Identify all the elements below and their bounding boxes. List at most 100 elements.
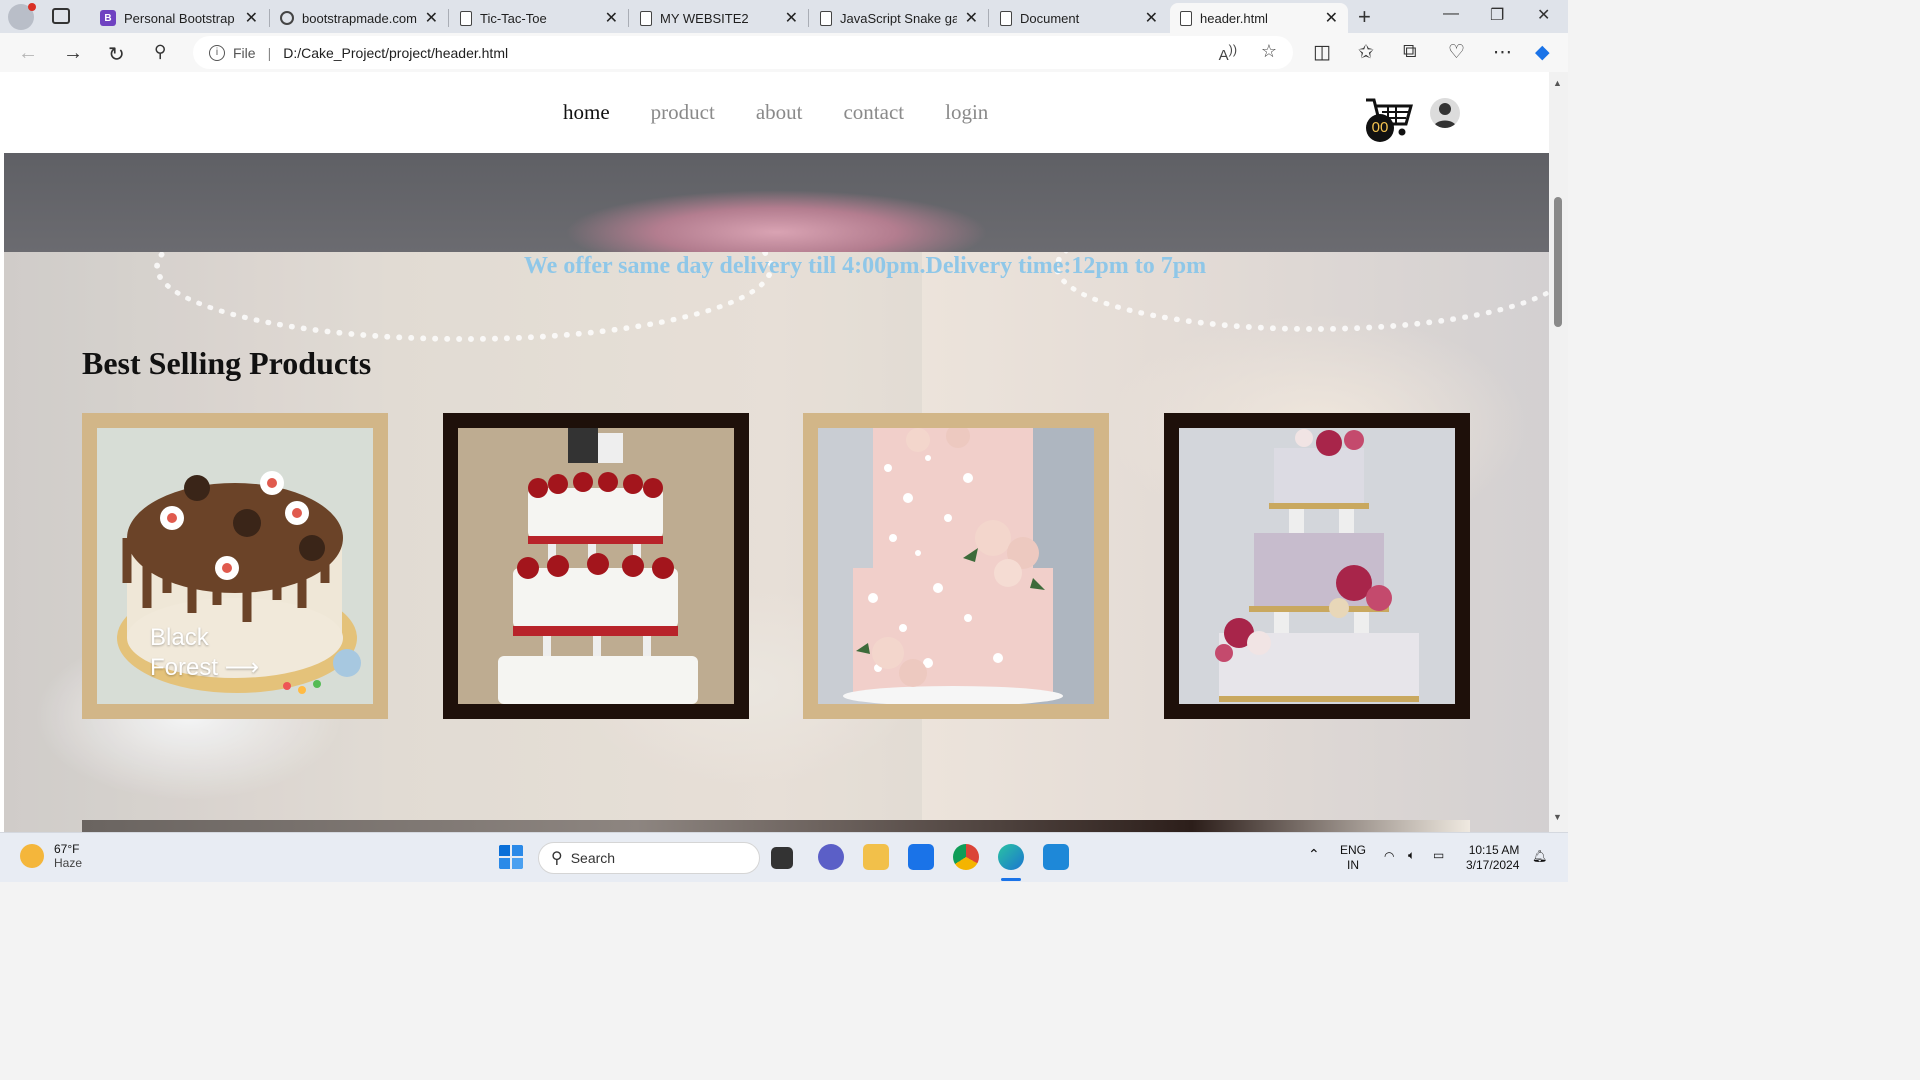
tab-title: Document <box>1020 10 1080 26</box>
product-caption[interactable]: Black Forest ⟶ <box>150 623 259 683</box>
bootstrap-icon: B <box>100 10 116 26</box>
product-card[interactable] <box>1164 413 1470 719</box>
tab-title: Tic-Tac-Toe <box>480 10 547 26</box>
nav-home[interactable]: home <box>563 100 610 125</box>
next-section-edge <box>82 820 1470 832</box>
scroll-down-icon[interactable]: ▼ <box>1553 812 1562 822</box>
browser-essentials-icon[interactable]: ♡ <box>1448 41 1465 64</box>
close-icon[interactable]: ✕ <box>1325 8 1338 28</box>
windows-start-icon[interactable] <box>498 844 524 870</box>
minimize-button[interactable]: — <box>1443 5 1459 23</box>
caption-line: Black <box>150 624 209 651</box>
vscode-icon[interactable] <box>1043 844 1069 870</box>
windows-taskbar: 67°F Haze ⚲ Search ⌃ ENG IN ◠ 🔈︎ ▭ 10:15… <box>0 832 1568 882</box>
profile-avatar-icon[interactable] <box>8 3 36 30</box>
tab-title: Personal Bootstrap Te <box>124 10 237 26</box>
split-screen-icon[interactable]: ◫ <box>1313 41 1331 64</box>
product-card[interactable]: Black Forest ⟶ <box>82 413 388 719</box>
red-rose-wedding-cake-image <box>458 428 734 704</box>
delivery-marquee: We offer same day delivery till 4:00pm.D… <box>524 253 1207 279</box>
favorites-icon[interactable]: ✩ <box>1358 41 1374 64</box>
collections-icon[interactable]: ⧉ <box>1403 41 1417 63</box>
browser-toolbar: ← → ↻ ⚲ i File | D:/Cake_Project/project… <box>0 33 1568 72</box>
volume-icon[interactable]: 🔈︎ <box>1408 848 1415 863</box>
tab-my-website2[interactable]: MY WEBSITE2 ✕ <box>630 3 808 33</box>
active-app-indicator <box>1001 878 1021 881</box>
taskbar-search[interactable]: ⚲ Search <box>538 842 760 874</box>
nav-contact[interactable]: contact <box>843 100 904 125</box>
lace-floral-tier-cake-image <box>1179 428 1455 704</box>
search-icon[interactable]: ⚲ <box>154 42 166 62</box>
gear-icon <box>280 11 294 25</box>
user-avatar-icon[interactable] <box>1430 98 1460 128</box>
language-indicator[interactable]: ENG IN <box>1340 843 1366 873</box>
more-menu-icon[interactable]: ⋯ <box>1493 41 1512 64</box>
tab-document[interactable]: Document ✕ <box>990 3 1168 33</box>
clock[interactable]: 10:15 AM 3/17/2024 <box>1466 843 1519 873</box>
scroll-up-icon[interactable]: ▲ <box>1553 78 1562 88</box>
tab-title: MY WEBSITE2 <box>660 10 749 26</box>
tab-personal-bootstrap[interactable]: B Personal Bootstrap Te ✕ <box>90 3 268 33</box>
url-text[interactable]: D:/Cake_Project/project/header.html <box>283 45 508 61</box>
address-bar[interactable]: i File | D:/Cake_Project/project/header.… <box>193 36 1293 69</box>
favorite-star-icon[interactable]: ☆ <box>1261 41 1277 62</box>
back-arrow-icon[interactable]: ← <box>18 42 38 65</box>
page-scrollbar[interactable]: ▲ ▼ <box>1549 72 1568 832</box>
tab-header-html[interactable]: header.html ✕ <box>1170 3 1348 33</box>
pink-pearl-floral-cake-image <box>818 424 1094 706</box>
mail-icon[interactable] <box>908 844 934 870</box>
weather-widget[interactable]: 67°F Haze <box>20 842 82 870</box>
product-card[interactable] <box>443 413 749 719</box>
tab-title: JavaScript Snake gam <box>840 10 957 26</box>
refresh-icon[interactable]: ↻ <box>108 42 125 67</box>
new-tab-button[interactable]: + <box>1358 4 1371 30</box>
file-explorer-icon[interactable] <box>863 844 889 870</box>
page-icon <box>820 10 832 26</box>
language-line: IN <box>1347 858 1359 872</box>
tab-actions-icon[interactable] <box>52 8 70 24</box>
wifi-icon[interactable]: ◠ <box>1384 849 1394 864</box>
page-icon <box>640 10 652 26</box>
forward-arrow-icon[interactable]: → <box>63 42 83 65</box>
language-line: ENG <box>1340 843 1367 857</box>
close-icon[interactable]: ✕ <box>425 8 438 28</box>
close-icon[interactable]: ✕ <box>1145 8 1158 28</box>
weather-temp: 67°F <box>54 842 80 856</box>
close-icon[interactable]: ✕ <box>605 8 618 28</box>
nav-about[interactable]: about <box>756 100 803 125</box>
tab-title: bootstrapmade.com <box>302 10 417 26</box>
read-aloud-icon[interactable]: A)) <box>1219 43 1237 64</box>
tab-bootstrapmade[interactable]: bootstrapmade.com ✕ <box>270 3 448 33</box>
nav-login[interactable]: login <box>945 100 988 125</box>
tab-snake-game[interactable]: JavaScript Snake gam ✕ <box>810 3 988 33</box>
page-icon <box>1000 10 1012 26</box>
teams-chat-icon[interactable] <box>818 844 844 870</box>
tab-tic-tac-toe[interactable]: Tic-Tac-Toe ✕ <box>450 3 628 33</box>
close-icon[interactable]: ✕ <box>785 8 798 28</box>
nav-product[interactable]: product <box>651 100 715 125</box>
close-icon[interactable]: ✕ <box>245 8 258 28</box>
cart-count-badge: 00 <box>1366 114 1394 142</box>
clock-date: 3/17/2024 <box>1466 858 1520 872</box>
close-window-button[interactable]: ✕ <box>1537 5 1550 25</box>
product-card[interactable] <box>803 413 1109 719</box>
chrome-icon[interactable] <box>953 844 979 870</box>
section-title: Best Selling Products <box>82 345 372 381</box>
page-icon <box>1180 10 1192 26</box>
restore-button[interactable]: ❐ <box>1490 5 1504 25</box>
copilot-icon[interactable]: ◆ <box>1535 41 1550 64</box>
info-icon[interactable]: i <box>209 44 225 61</box>
main-nav: home product about contact login <box>563 100 988 125</box>
chevron-up-icon[interactable]: ⌃ <box>1308 847 1320 862</box>
edge-icon[interactable] <box>998 844 1024 870</box>
divider: | <box>267 44 272 61</box>
notification-bell-icon[interactable]: 🔔︎ <box>1532 849 1547 864</box>
scheme-label: File <box>233 44 256 61</box>
caption-line: Forest ⟶ <box>150 654 260 681</box>
scrollbar-thumb[interactable] <box>1554 197 1562 327</box>
tab-title: header.html <box>1200 10 1268 26</box>
close-icon[interactable]: ✕ <box>965 8 978 28</box>
task-view-icon[interactable] <box>771 847 793 869</box>
battery-icon[interactable]: ▭ <box>1433 848 1444 863</box>
search-placeholder: Search <box>570 850 616 866</box>
